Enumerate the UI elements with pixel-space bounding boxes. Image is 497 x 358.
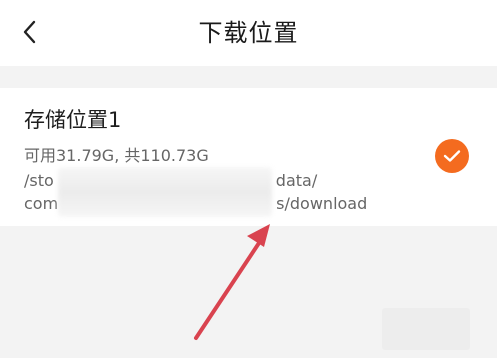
- path-line-1-end: data/: [275, 171, 318, 190]
- path-line-1-start: /sto: [24, 171, 54, 190]
- page-title: 下载位置: [198, 19, 299, 47]
- redacted-blur: [58, 167, 272, 217]
- selected-check[interactable]: [435, 139, 469, 173]
- storage-name: 存储位置1: [24, 108, 122, 132]
- check-icon: [443, 150, 461, 162]
- storage-capacity: 可用31.79G, 共110.73G: [24, 146, 209, 165]
- faint-placeholder: [382, 308, 470, 350]
- storage-option-1[interactable]: 存储位置1 可用31.79G, 共110.73G /sto data/ com s/…: [0, 88, 497, 226]
- section-gap: [0, 66, 497, 88]
- path-line-2-end: s/download: [276, 194, 368, 213]
- path-line-2-start: com: [24, 194, 59, 213]
- top-bar: 下载位置: [0, 0, 497, 66]
